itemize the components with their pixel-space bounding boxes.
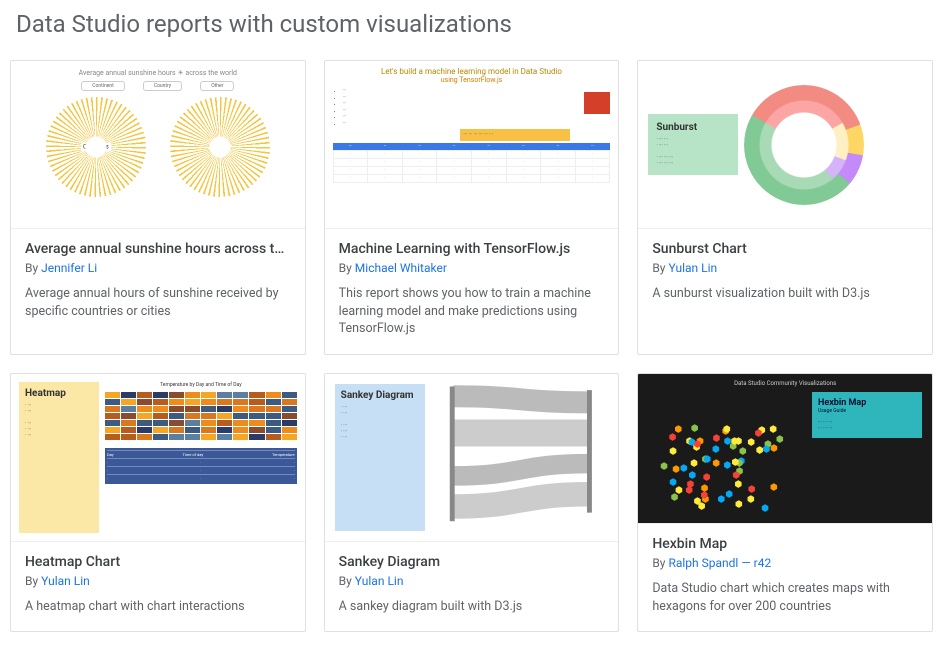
chip: Country — [143, 81, 182, 91]
radial-chart-icon: Countries — [46, 97, 146, 197]
report-card-hexbin[interactable]: Data Studio Community Visualizations Hex… — [637, 373, 933, 633]
card-description: A sunburst visualization built with D3.j… — [652, 285, 918, 303]
card-byline: By Yulan Lin — [25, 574, 291, 588]
card-description: Data Studio chart which creates maps wit… — [652, 580, 918, 615]
card-title: Machine Learning with TensorFlow.js — [339, 241, 605, 257]
card-byline: By Yulan Lin — [652, 261, 918, 275]
radial-chart-icon: Cities — [170, 97, 270, 197]
author-link[interactable]: Michael Whitaker — [355, 261, 447, 275]
card-byline: By Jennifer Li — [25, 261, 291, 275]
report-grid: Average annual sunshine hours ☀ across t… — [10, 60, 933, 632]
card-byline: By Michael Whitaker — [339, 261, 605, 275]
hexbin-map-icon: ⬢⬢⬢⬢⬢⬢⬢⬢⬢⬢⬢⬢⬢⬢⬢⬢⬢⬢⬢⬢⬢⬢⬢⬢⬢⬢⬢⬢⬢⬢⬢⬢⬢⬢⬢⬢⬢⬢⬢⬢… — [658, 424, 792, 514]
card-byline: By Yulan Lin — [339, 574, 605, 588]
chip: Other — [200, 81, 234, 91]
report-card-sunburst[interactable]: Sunburst · ··· ···· ··· ···· ··· ··· ···… — [637, 60, 933, 355]
report-card-sunshine[interactable]: Average annual sunshine hours ☀ across t… — [10, 60, 306, 355]
card-byline: By Ralph Spandl — r42 — [652, 556, 918, 570]
report-card-sankey[interactable]: Sankey Diagram · ···· ···· ···· ···· ···… — [324, 373, 620, 633]
author-link[interactable]: Yulan Lin — [41, 574, 90, 588]
thumbnail: Heatmap · ···· ···· ···· ···· ··· Temper… — [11, 374, 305, 542]
author-link[interactable]: Yulan Lin — [355, 574, 404, 588]
card-description: A heatmap chart with chart interactions — [25, 598, 291, 616]
author-link[interactable]: Yulan Lin — [668, 261, 717, 275]
page-title: Data Studio reports with custom visualiz… — [16, 10, 933, 38]
sankey-chart-icon — [433, 384, 609, 531]
card-description: Average annual hours of sunshine receive… — [25, 285, 291, 320]
logo-icon — [584, 92, 610, 114]
heatmap-chart-icon — [105, 392, 297, 440]
sunburst-chart-icon — [744, 85, 864, 205]
author-link[interactable]: Jennifer Li — [41, 261, 97, 275]
card-description: A sankey diagram built with D3.js — [339, 598, 605, 616]
report-card-tensorflow[interactable]: Let's build a machine learning model in … — [324, 60, 620, 355]
thumb-header: Average annual sunshine hours ☀ across t… — [79, 69, 237, 77]
thumbnail: Average annual sunshine hours ☀ across t… — [11, 61, 305, 229]
card-title: Heatmap Chart — [25, 554, 291, 570]
report-card-heatmap[interactable]: Heatmap · ···· ···· ···· ···· ··· Temper… — [10, 373, 306, 633]
card-title: Sunburst Chart — [652, 241, 918, 257]
card-title: Average annual sunshine hours across th… — [25, 241, 291, 257]
card-description: This report shows you how to train a mac… — [339, 285, 605, 338]
thumbnail: Sankey Diagram · ···· ···· ···· ···· ··· — [325, 374, 619, 542]
thumbnail: Data Studio Community Visualizations Hex… — [638, 374, 932, 525]
card-title: Sankey Diagram — [339, 554, 605, 570]
author-link[interactable]: Ralph Spandl — r42 — [668, 556, 771, 570]
card-title: Hexbin Map — [652, 536, 918, 552]
thumbnail: Sunburst · ··· ···· ··· ···· ··· ··· ···… — [638, 61, 932, 229]
chip: Continent — [81, 81, 125, 91]
data-table-icon: ················ ········ ········ ·····… — [333, 143, 611, 183]
thumbnail: Let's build a machine learning model in … — [325, 61, 619, 229]
